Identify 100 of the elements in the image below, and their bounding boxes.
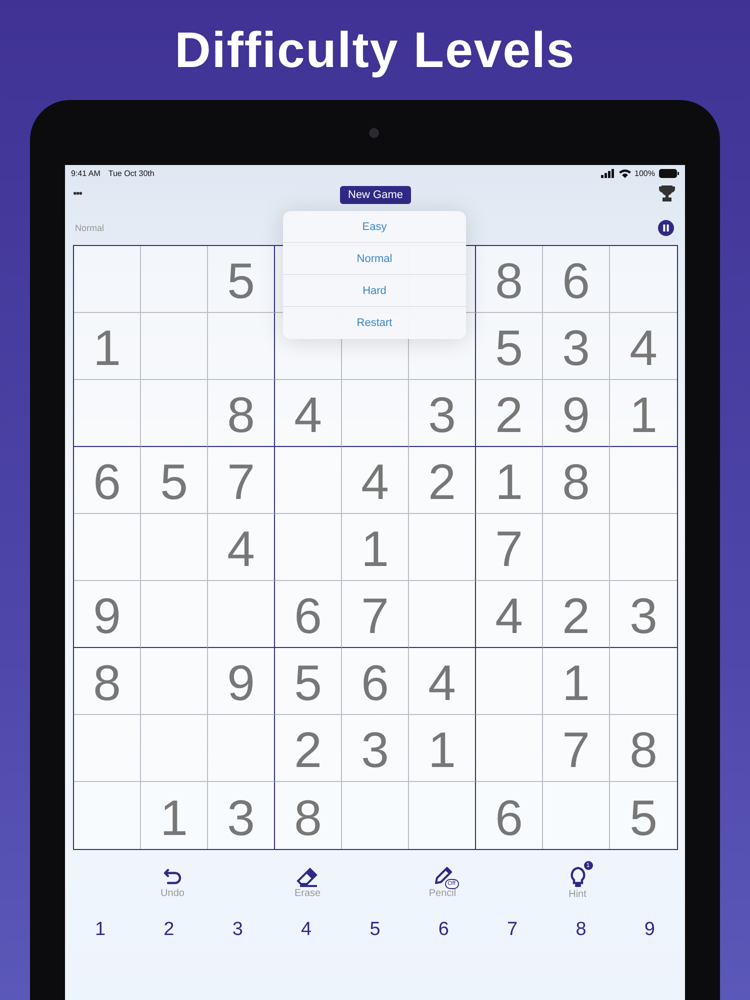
board-cell[interactable] [275,447,342,514]
board-cell[interactable] [141,514,208,581]
board-cell[interactable]: 4 [342,447,409,514]
battery-icon [659,168,679,178]
board-cell[interactable]: 2 [476,380,543,447]
number-key[interactable]: 1 [91,919,110,941]
board-cell[interactable]: 5 [208,246,275,313]
board-cell[interactable]: 8 [74,648,141,715]
action-label: Hint [568,889,586,900]
board-cell[interactable] [476,648,543,715]
board-cell[interactable]: 7 [543,715,610,782]
menu-item[interactable]: Hard [283,275,466,307]
board-cell[interactable] [409,581,476,648]
number-key[interactable]: 7 [503,919,522,941]
board-cell[interactable] [342,380,409,447]
signal-icon [600,168,615,178]
action-label: Undo [160,888,184,899]
board-cell[interactable]: 8 [476,246,543,313]
status-time: 9:41 AM [71,168,100,178]
board-cell[interactable]: 5 [275,648,342,715]
menu-item[interactable]: Normal [283,243,466,275]
board-cell[interactable]: 3 [208,782,275,849]
board-cell[interactable]: 9 [208,648,275,715]
lightbulb-icon [568,866,586,888]
board-cell[interactable]: 9 [543,380,610,447]
board-cell[interactable]: 1 [476,447,543,514]
board-cell[interactable]: 1 [543,648,610,715]
new-game-button[interactable]: New Game [340,186,412,204]
board-cell[interactable] [141,648,208,715]
pause-icon[interactable] [658,220,674,236]
more-button[interactable]: ••• [73,188,82,200]
board-cell[interactable]: 8 [543,447,610,514]
trophy-icon[interactable] [659,185,675,203]
board-cell[interactable]: 4 [275,380,342,447]
board-cell[interactable] [141,380,208,447]
board-cell[interactable]: 5 [141,447,208,514]
board-cell[interactable] [74,715,141,782]
board-cell[interactable]: 6 [543,246,610,313]
board-cell[interactable]: 7 [208,447,275,514]
board-cell[interactable]: 6 [476,782,543,849]
board-cell[interactable]: 5 [610,782,677,849]
battery-percent: 100% [634,168,655,178]
action-label: Erase [294,888,321,899]
camera-dot [369,128,379,138]
board-cell[interactable] [275,514,342,581]
board-cell[interactable]: 7 [342,581,409,648]
board-cell[interactable]: 1 [74,313,141,380]
board-cell[interactable]: 4 [476,581,543,648]
board-cell[interactable] [208,313,275,380]
board-cell[interactable]: 4 [208,514,275,581]
board-cell[interactable]: 7 [476,514,543,581]
board-cell[interactable]: 3 [543,313,610,380]
board-cell[interactable] [141,246,208,313]
difficulty-label: Normal [75,223,104,233]
menu-item[interactable]: Restart [283,307,466,339]
number-key[interactable]: 2 [160,919,178,941]
eraser-icon [296,867,320,887]
board-cell[interactable] [74,514,141,581]
board-cell[interactable]: 2 [409,447,476,514]
board-cell[interactable] [208,581,275,648]
board-cell[interactable]: 8 [610,715,677,782]
board-cell[interactable] [543,514,610,581]
board-cell[interactable] [476,715,543,782]
board-cell[interactable] [409,514,476,581]
board-cell[interactable]: 6 [275,581,342,648]
number-key[interactable]: 8 [572,919,590,941]
board-cell[interactable] [141,313,208,380]
board-cell[interactable]: 3 [409,380,476,447]
board-cell[interactable]: 9 [74,581,141,648]
board-cell[interactable]: 3 [342,715,409,782]
board-cell[interactable]: 3 [610,581,677,648]
headline: Difficulty Levels [174,21,576,79]
number-key[interactable]: 5 [366,919,384,941]
board-cell[interactable] [74,246,141,313]
board-cell[interactable]: 4 [610,313,677,380]
board-cell[interactable]: 1 [409,715,476,782]
number-key[interactable]: 6 [434,919,453,941]
board-cell[interactable]: 6 [74,447,141,514]
wifi-icon [618,168,631,178]
board-cell[interactable] [208,715,275,782]
action-button[interactable]: Erase [268,861,348,899]
board-cell[interactable]: 1 [342,514,409,581]
number-key[interactable]: 3 [228,919,247,941]
board-cell[interactable] [74,380,141,447]
board-cell[interactable]: 1 [610,380,677,447]
number-key[interactable]: 4 [297,919,316,941]
board-cell[interactable]: 2 [543,581,610,648]
board-cell[interactable] [141,581,208,648]
board-cell[interactable]: 4 [409,648,476,715]
board-cell[interactable]: 6 [342,648,409,715]
action-button[interactable]: Undo [132,861,212,899]
board-cell[interactable]: 8 [275,782,342,849]
status-date: Tue Oct 30th [108,168,154,178]
number-key[interactable]: 9 [640,919,659,941]
board-cell[interactable]: 2 [275,715,342,782]
board-cell[interactable]: 1 [141,782,208,849]
menu-item[interactable]: Easy [283,211,466,243]
board-cell[interactable] [141,715,208,782]
board-cell[interactable]: 5 [476,313,543,380]
board-cell[interactable]: 8 [208,380,275,447]
